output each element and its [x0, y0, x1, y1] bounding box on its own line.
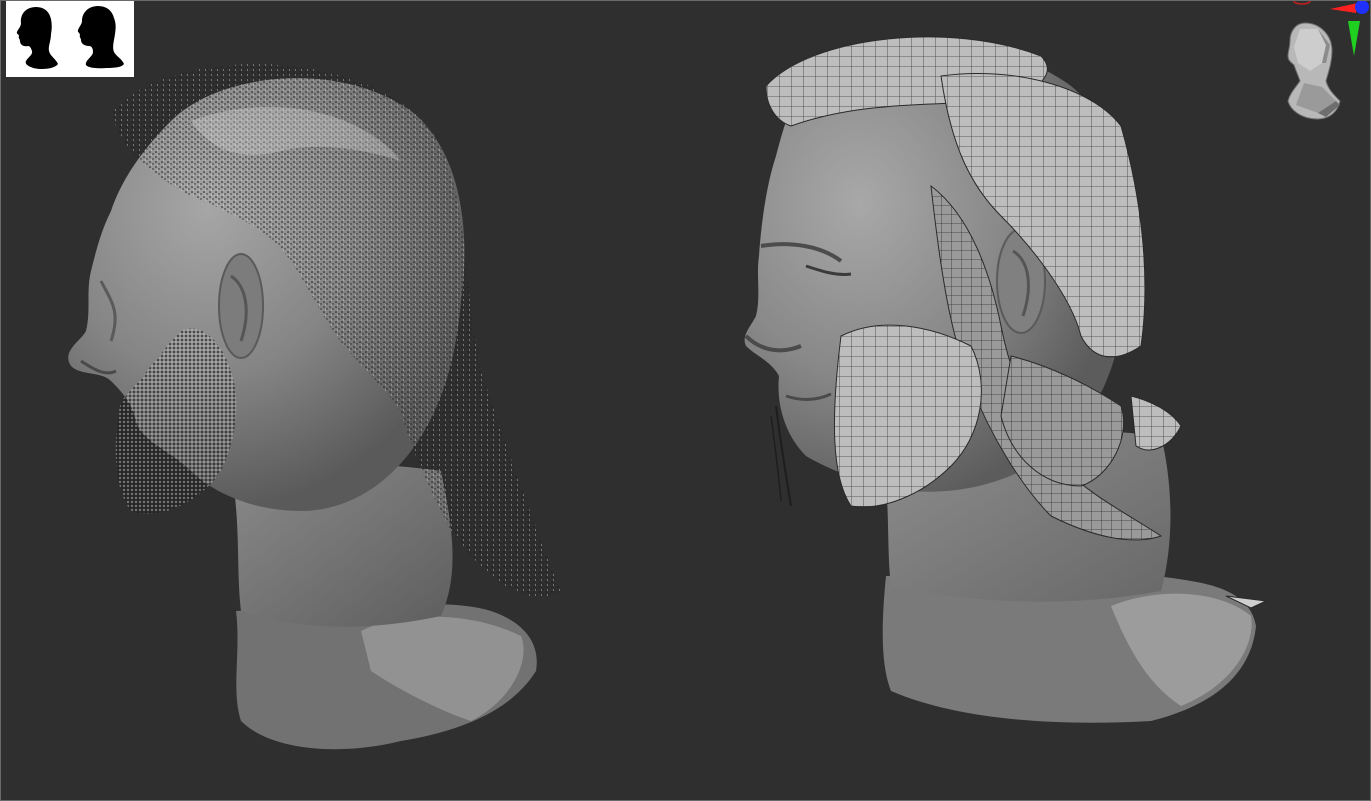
ear [218, 253, 264, 359]
sculpted-head-with-hair-cards[interactable] [731, 16, 1291, 741]
sculpted-head-with-hair-points[interactable] [41, 51, 601, 771]
head-orientation-gizmo-icon [1287, 22, 1341, 120]
3d-viewport[interactable] [0, 0, 1371, 801]
